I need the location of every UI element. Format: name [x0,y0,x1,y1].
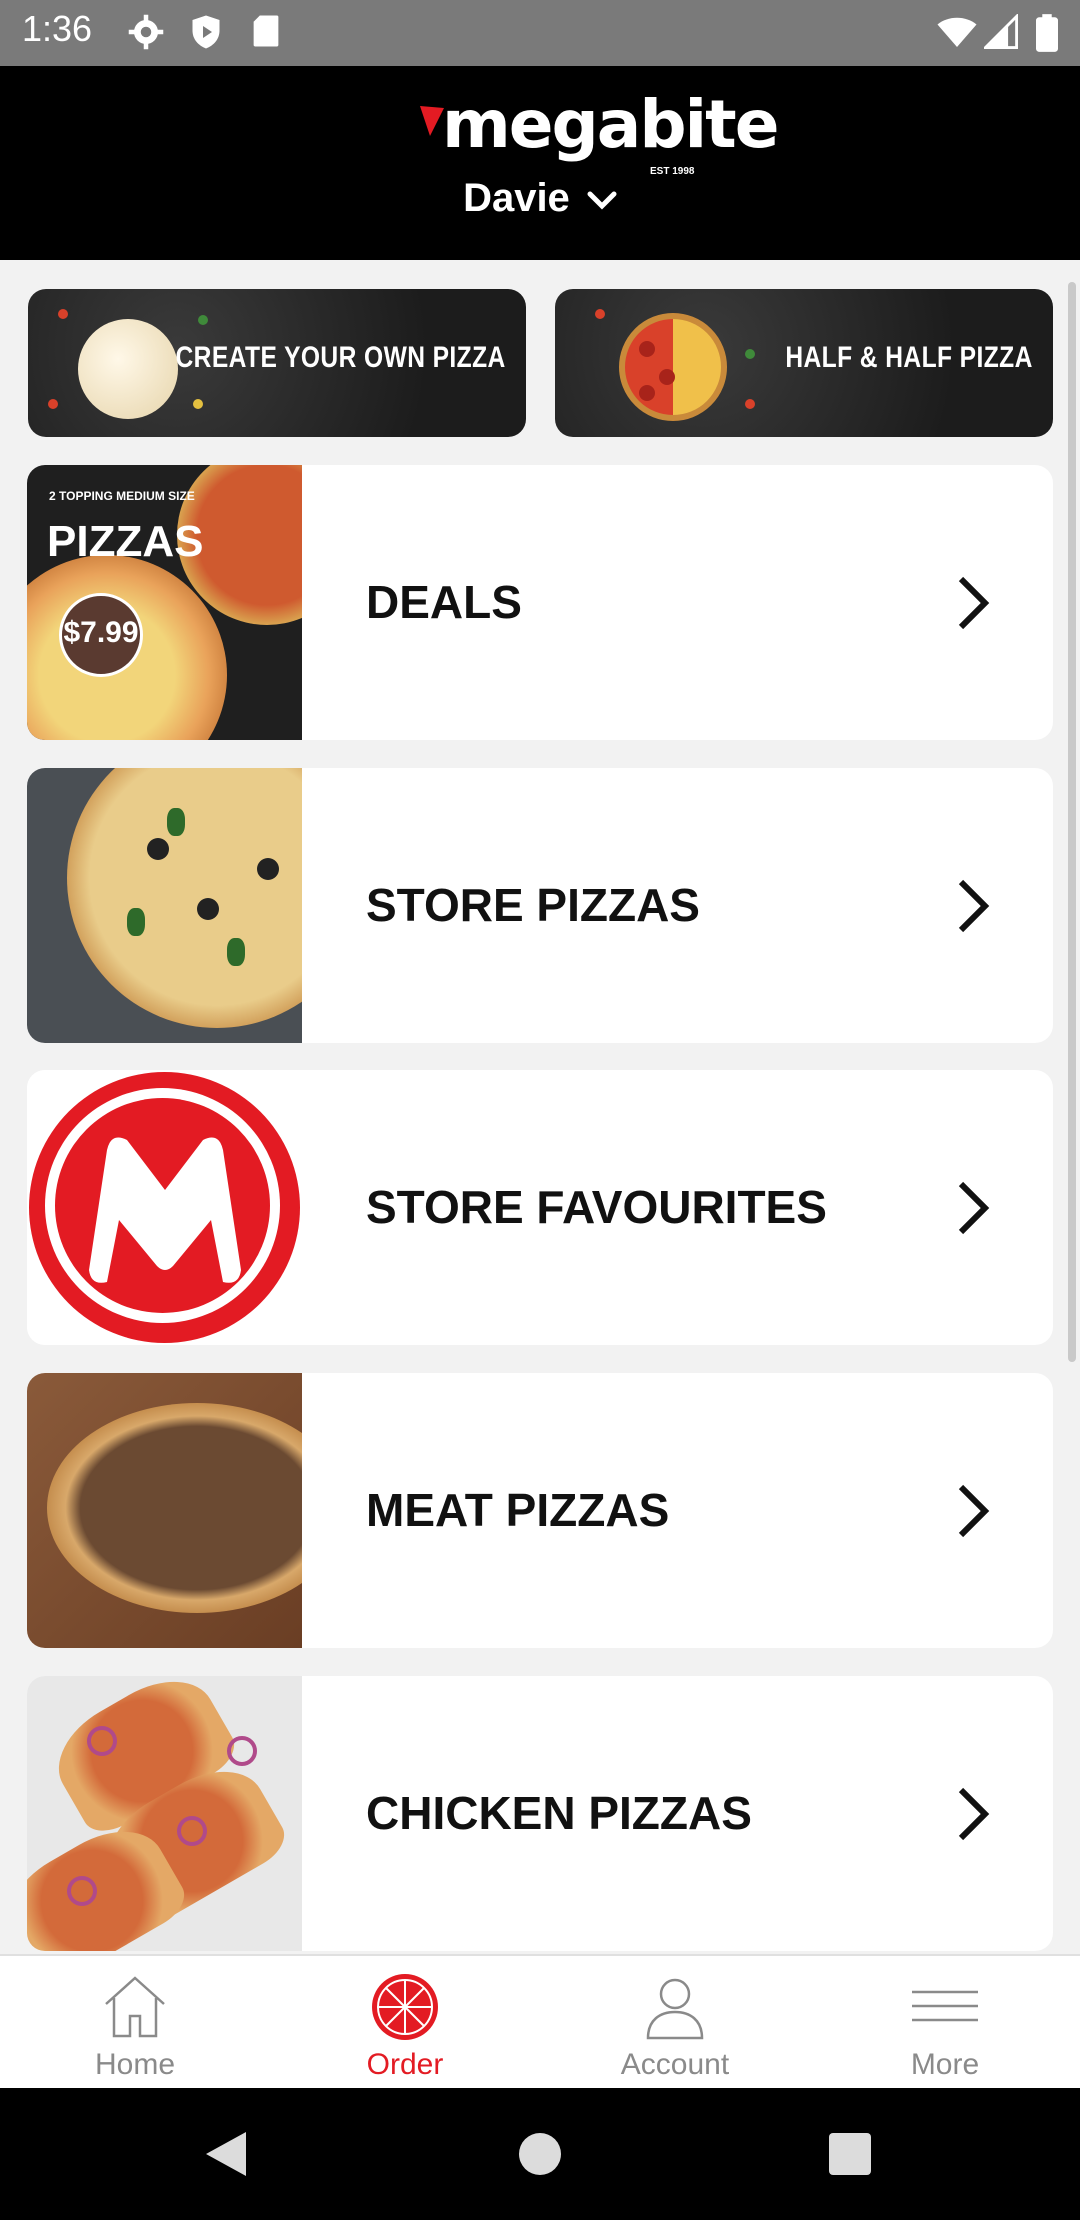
logo-text: megabite [442,86,779,163]
nav-order-label: Order [366,2048,444,2081]
signal-icon [984,14,1018,49]
category-label: CHICKEN PIZZAS [366,1787,752,1839]
chicken-pizzas-thumbnail [27,1676,302,1951]
create-your-own-pizza-banner[interactable]: CREATE YOUR OWN PIZZA [28,289,526,437]
nav-account-label: Account [620,2048,730,2081]
recents-icon[interactable] [828,2132,872,2176]
deals-thumbnail: 2 TOPPING MEDIUM SIZE PIZZAS $7.99 [27,465,302,740]
deals-promo-price: $7.99 [59,593,143,677]
nav-home-label: Home [94,2048,176,2081]
app-header: megabite EST 1998 Davie [0,66,1080,260]
chevron-right-icon [958,1181,990,1235]
banner-label: HALF & HALF PIZZA [785,341,1033,374]
pepperoni [659,369,675,385]
settings-icon [128,14,164,50]
category-list[interactable]: CREATE YOUR OWN PIZZA HALF & HALF PIZZA … [0,260,1080,1954]
chevron-right-icon [958,1787,990,1841]
half-and-half-pizza-banner[interactable]: HALF & HALF PIZZA [555,289,1053,437]
deals-promo-title: PIZZAS [47,517,204,566]
category-label: MEAT PIZZAS [366,1484,670,1536]
banner-label: CREATE YOUR OWN PIZZA [175,341,506,374]
system-nav-bar [0,2088,1080,2220]
chevron-down-icon [587,191,617,210]
tomato-decoration [745,399,755,409]
category-store-pizzas[interactable]: STORE PIZZAS [27,768,1053,1043]
category-meat-pizzas[interactable]: MEAT PIZZAS [27,1373,1053,1648]
basil-decoration [198,315,208,325]
logo-mark-icon [420,106,444,136]
category-deals[interactable]: 2 TOPPING MEDIUM SIZE PIZZAS $7.99 DEALS [27,465,1053,740]
status-time: 1:36 [22,8,93,49]
chevron-right-icon [958,1484,990,1538]
basil-decoration [745,349,755,359]
dough-image [78,319,178,419]
home-circle-icon[interactable] [518,2132,562,2176]
pepperoni [639,341,655,357]
megabite-logo: megabite EST 1998 [420,86,779,177]
pizza-icon [372,1974,438,2040]
category-label: STORE FAVOURITES [366,1181,827,1233]
wifi-icon [937,17,977,47]
person-icon [646,1978,704,2040]
store-pizzas-thumbnail [27,768,302,1043]
pepperoni [639,385,655,401]
nav-more-label: More [910,2048,980,2081]
category-label: STORE PIZZAS [366,879,700,931]
battery-icon [1036,14,1058,52]
shield-icon [192,15,220,49]
home-icon [105,1976,165,2038]
menu-icon [912,1990,978,2022]
half-pizza-image [619,313,727,421]
store-name: Davie [463,176,570,220]
nav-home[interactable]: Home [0,1956,270,2090]
m-logo-icon [89,1137,241,1283]
category-chicken-pizzas[interactable]: CHICKEN PIZZAS [27,1676,1053,1951]
scrollbar[interactable] [1068,282,1076,1362]
megabite-m-logo-thumbnail [27,1070,302,1345]
chevron-right-icon [958,576,990,630]
category-label: DEALS [366,576,522,628]
nav-account[interactable]: Account [540,1956,810,2090]
deals-promo-line: 2 TOPPING MEDIUM SIZE [49,489,195,503]
bottom-nav: Home Order Account More [0,1954,1080,2090]
tomato-decoration [58,309,68,319]
chevron-right-icon [958,879,990,933]
nav-more[interactable]: More [810,1956,1080,2090]
tomato-decoration [595,309,605,319]
sd-card-icon [253,15,279,47]
meat-pizzas-thumbnail [27,1373,302,1648]
tomato-decoration [48,399,58,409]
store-selector[interactable]: Davie [0,176,1080,221]
nav-order[interactable]: Order [270,1956,540,2090]
back-icon[interactable] [204,2130,248,2178]
category-store-favourites[interactable]: STORE FAVOURITES [27,1070,1053,1345]
cheese-decoration [193,399,203,409]
status-bar: 1:36 [0,0,1080,66]
